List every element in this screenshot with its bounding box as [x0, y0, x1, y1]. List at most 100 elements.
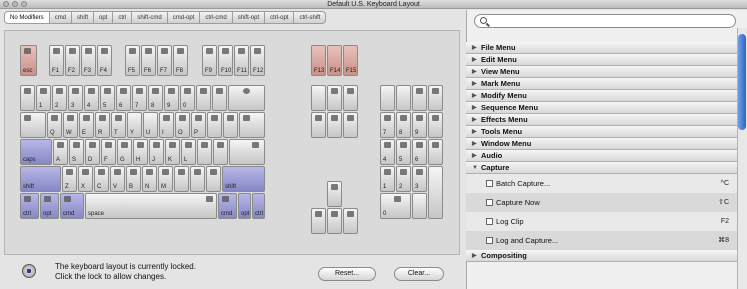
- key-period[interactable]: [190, 166, 205, 192]
- key-9[interactable]: 9: [164, 85, 179, 111]
- scrollbar-thumb[interactable]: [738, 34, 746, 130]
- key-f5[interactable]: F5: [125, 45, 140, 76]
- key-np-equals[interactable]: [396, 85, 411, 111]
- command-log-clip[interactable]: Log Clip F2: [466, 212, 737, 231]
- lock-icon[interactable]: [22, 264, 36, 278]
- key-clear[interactable]: [380, 85, 395, 111]
- key-equals[interactable]: [212, 85, 227, 111]
- key-f14[interactable]: F14: [327, 45, 342, 76]
- key-b[interactable]: B: [126, 166, 141, 192]
- key-tab[interactable]: [20, 112, 46, 138]
- menu-group-effects[interactable]: ▶ Effects Menu: [466, 114, 737, 126]
- key-help[interactable]: [311, 85, 326, 111]
- menu-group-mark[interactable]: ▶ Mark Menu: [466, 78, 737, 90]
- tab-cmd-opt[interactable]: cmd-opt: [167, 11, 201, 24]
- tab-ctrl-opt[interactable]: ctrl-opt: [265, 11, 295, 24]
- key-bracket-left[interactable]: [207, 112, 222, 138]
- key-s[interactable]: S: [69, 139, 84, 165]
- key-f12[interactable]: F12: [250, 45, 265, 76]
- key-forward-delete[interactable]: [311, 112, 326, 138]
- key-np-plus[interactable]: [428, 139, 443, 165]
- key-5[interactable]: 5: [100, 85, 115, 111]
- key-r[interactable]: R: [95, 112, 110, 138]
- key-cmd-right[interactable]: cmd: [218, 193, 237, 219]
- key-f11[interactable]: F11: [234, 45, 249, 76]
- key-np-multiply[interactable]: [428, 85, 443, 111]
- menu-group-view[interactable]: ▶ View Menu: [466, 66, 737, 78]
- tab-ctrl-shift[interactable]: ctrl-shift: [294, 11, 327, 24]
- key-np-3[interactable]: 3: [412, 166, 427, 192]
- key-f8[interactable]: F8: [173, 45, 188, 76]
- key-0[interactable]: 0: [180, 85, 195, 111]
- key-l[interactable]: L: [181, 139, 196, 165]
- key-y[interactable]: Y: [127, 112, 142, 138]
- menu-group-tools[interactable]: ▶ Tools Menu: [466, 126, 737, 138]
- key-comma[interactable]: [174, 166, 189, 192]
- key-z[interactable]: Z: [62, 166, 77, 192]
- key-1[interactable]: 1: [36, 85, 51, 111]
- key-arrow-up[interactable]: [327, 181, 342, 207]
- key-e[interactable]: E: [79, 112, 94, 138]
- key-backslash[interactable]: [239, 112, 265, 138]
- key-np-1[interactable]: 1: [380, 166, 395, 192]
- clear-button[interactable]: Clear...: [394, 267, 444, 281]
- key-f6[interactable]: F6: [141, 45, 156, 76]
- menu-group-capture[interactable]: ▼ Capture: [466, 162, 737, 174]
- key-caps-lock[interactable]: caps: [20, 139, 52, 165]
- key-f[interactable]: F: [101, 139, 116, 165]
- key-slash[interactable]: [206, 166, 221, 192]
- key-8[interactable]: 8: [148, 85, 163, 111]
- key-np-6[interactable]: 6: [412, 139, 427, 165]
- key-np-7[interactable]: 7: [380, 112, 395, 138]
- key-p[interactable]: P: [191, 112, 206, 138]
- key-f9[interactable]: F9: [202, 45, 217, 76]
- key-arrow-down[interactable]: [327, 208, 342, 234]
- key-h[interactable]: H: [133, 139, 148, 165]
- key-f7[interactable]: F7: [157, 45, 172, 76]
- key-ctrl-right[interactable]: ctrl: [252, 193, 265, 219]
- tab-opt[interactable]: opt: [94, 11, 114, 24]
- key-shift-left[interactable]: shift: [20, 166, 61, 192]
- key-np-decimal[interactable]: [412, 193, 427, 219]
- reset-button[interactable]: Reset...: [318, 267, 376, 281]
- menu-group-sequence[interactable]: ▶ Sequence Menu: [466, 102, 737, 114]
- command-log-and-capture[interactable]: Log and Capture... ⌘8: [466, 231, 737, 250]
- key-4[interactable]: 4: [84, 85, 99, 111]
- key-semicolon[interactable]: [197, 139, 212, 165]
- key-np-5[interactable]: 5: [396, 139, 411, 165]
- key-opt-right[interactable]: opt: [238, 193, 251, 219]
- key-f10[interactable]: F10: [218, 45, 233, 76]
- key-np-enter[interactable]: [428, 166, 443, 219]
- key-minus[interactable]: [196, 85, 211, 111]
- key-arrow-right[interactable]: [343, 208, 358, 234]
- key-home[interactable]: [327, 85, 342, 111]
- key-delete[interactable]: [228, 85, 265, 111]
- key-shift-right[interactable]: shift: [222, 166, 265, 192]
- key-end[interactable]: [327, 112, 342, 138]
- key-f4[interactable]: F4: [97, 45, 112, 76]
- key-6[interactable]: 6: [116, 85, 131, 111]
- search-field[interactable]: [474, 14, 736, 28]
- command-capture-now[interactable]: Capture Now ⇧C: [466, 193, 737, 212]
- key-g[interactable]: G: [117, 139, 132, 165]
- key-np-minus[interactable]: [428, 112, 443, 138]
- key-q[interactable]: Q: [47, 112, 62, 138]
- menu-group-edit[interactable]: ▶ Edit Menu: [466, 54, 737, 66]
- key-return[interactable]: [229, 139, 265, 165]
- key-2[interactable]: 2: [52, 85, 67, 111]
- key-arrow-left[interactable]: [311, 208, 326, 234]
- key-f3[interactable]: F3: [81, 45, 96, 76]
- key-bracket-right[interactable]: [223, 112, 238, 138]
- key-cmd-left[interactable]: cmd: [60, 193, 84, 219]
- key-np-4[interactable]: 4: [380, 139, 395, 165]
- key-7[interactable]: 7: [132, 85, 147, 111]
- key-f1[interactable]: F1: [49, 45, 64, 76]
- key-np-9[interactable]: 9: [412, 112, 427, 138]
- key-c[interactable]: C: [94, 166, 109, 192]
- key-d[interactable]: D: [85, 139, 100, 165]
- key-f15[interactable]: F15: [343, 45, 358, 76]
- tab-ctrl-cmd[interactable]: ctrl-cmd: [200, 11, 233, 24]
- key-ctrl-left[interactable]: ctrl: [20, 193, 39, 219]
- key-m[interactable]: M: [158, 166, 173, 192]
- key-x[interactable]: X: [78, 166, 93, 192]
